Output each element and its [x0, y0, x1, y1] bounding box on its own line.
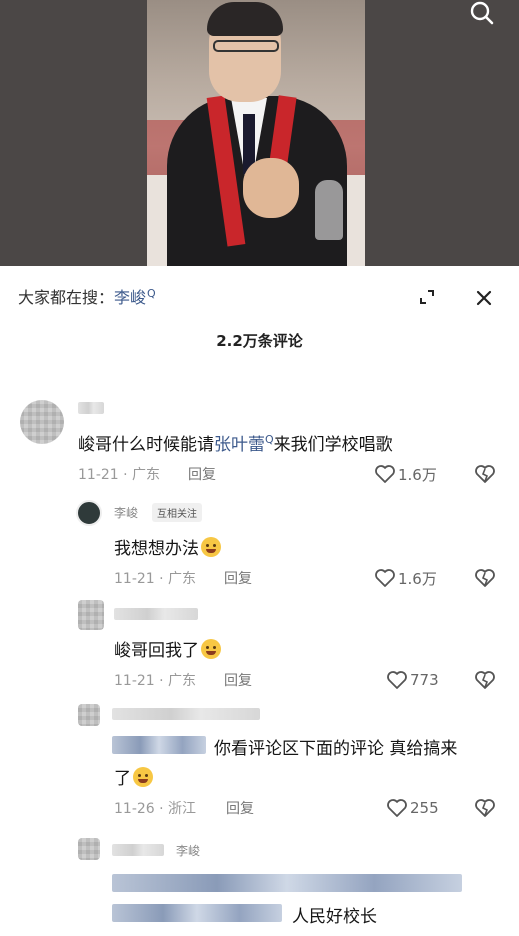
- comment-date-location: 11-21 · 广东: [78, 467, 161, 483]
- reply-button[interactable]: 回复: [188, 464, 216, 484]
- author-name[interactable]: [78, 402, 104, 414]
- author-name[interactable]: [112, 708, 260, 720]
- comment-text: 你看评论区下面的评论 真给搞来: [214, 739, 458, 759]
- comment-text-line2: 了: [114, 764, 153, 789]
- comment-date-location: 11-21 · 广东: [114, 673, 197, 689]
- comment-text: 我想想办法: [114, 534, 221, 559]
- reply-item: 李峻 人民好校长: [0, 836, 519, 936]
- dislike-button[interactable]: [474, 568, 496, 588]
- comment-text: 人民好校长: [292, 907, 377, 927]
- heart-icon: [375, 569, 395, 587]
- mention-link[interactable]: 张叶蕾: [214, 435, 265, 455]
- like-button[interactable]: 1.6万: [374, 568, 437, 588]
- reply-item: 李峻 互相关注 我想想办法 11-21 · 广东 回复 1.6万: [0, 496, 519, 596]
- video-player[interactable]: [0, 0, 519, 266]
- author-name[interactable]: [114, 608, 198, 620]
- comment-text-blurred: [112, 904, 282, 922]
- comment-text-blurred: [112, 874, 462, 892]
- like-button[interactable]: 1.6万: [374, 464, 437, 484]
- comment-date-location: 11-21 · 广东: [114, 571, 197, 587]
- broken-heart-icon: [475, 799, 495, 817]
- dislike-button[interactable]: [474, 464, 496, 484]
- expand-icon: [420, 290, 434, 304]
- heart-icon: [387, 671, 407, 689]
- dislike-button[interactable]: [474, 798, 496, 818]
- hot-search-prefix: 大家都在搜：: [18, 288, 115, 307]
- comment-date-location: 11-26 · 浙江: [114, 801, 197, 817]
- close-button[interactable]: [472, 286, 496, 310]
- hot-search-keyword[interactable]: 李峻: [114, 288, 146, 307]
- avatar[interactable]: [78, 838, 100, 860]
- like-count: 255: [410, 799, 439, 817]
- search-icon: [470, 1, 494, 25]
- reply-button[interactable]: 回复: [226, 798, 254, 818]
- avatar[interactable]: [78, 704, 100, 726]
- comment-item: 峻哥什么时候能请张叶蕾Q来我们学校唱歌 11-21 · 广东 回复 1.6万: [0, 396, 519, 496]
- emoji-icon: [133, 767, 153, 787]
- broken-heart-icon: [475, 465, 495, 483]
- search-button[interactable]: [462, 0, 502, 30]
- mutual-follow-badge: 互相关注: [152, 503, 202, 522]
- reply-item: 峻哥回我了 11-21 · 广东 回复 773: [0, 596, 519, 700]
- emoji-icon: [201, 639, 221, 659]
- reply-item: 你看评论区下面的评论 真给搞来 了 11-26 · 浙江 回复 255: [0, 700, 519, 826]
- hot-search-bar[interactable]: 大家都在搜：李峻Q: [18, 284, 156, 308]
- like-button[interactable]: 255: [386, 798, 439, 818]
- author-name[interactable]: 李峻: [176, 842, 200, 859]
- like-count: 1.6万: [398, 465, 437, 484]
- heart-icon: [387, 799, 407, 817]
- search-icon: Q: [147, 287, 156, 300]
- comment-panel: 大家都在搜：李峻Q 2.2万条评论 峻哥什么时候能请张叶蕾Q来我们学校唱歌 11…: [0, 266, 519, 936]
- avatar[interactable]: [76, 500, 102, 526]
- like-count: 773: [410, 671, 439, 689]
- broken-heart-icon: [475, 569, 495, 587]
- broken-heart-icon: [475, 671, 495, 689]
- like-button[interactable]: 773: [386, 670, 439, 690]
- search-icon: Q: [265, 433, 274, 446]
- dislike-button[interactable]: [474, 670, 496, 690]
- comment-text: 峻哥回我了: [114, 636, 221, 661]
- author-name-blurred: [112, 844, 164, 856]
- avatar[interactable]: [20, 400, 64, 444]
- comment-text: 峻哥什么时候能请张叶蕾Q来我们学校唱歌: [78, 433, 393, 455]
- like-count: 1.6万: [398, 569, 437, 588]
- quoted-username-blurred: [112, 736, 206, 754]
- author-name[interactable]: 李峻: [114, 504, 138, 521]
- heart-icon: [375, 465, 395, 483]
- emoji-icon: [201, 537, 221, 557]
- close-icon: [476, 290, 492, 306]
- video-frame: [147, 0, 365, 266]
- avatar[interactable]: [78, 600, 104, 630]
- comment-count-title: 2.2万条评论: [216, 332, 303, 350]
- expand-button[interactable]: [414, 284, 440, 310]
- reply-button[interactable]: 回复: [224, 568, 252, 588]
- reply-button[interactable]: 回复: [224, 670, 252, 690]
